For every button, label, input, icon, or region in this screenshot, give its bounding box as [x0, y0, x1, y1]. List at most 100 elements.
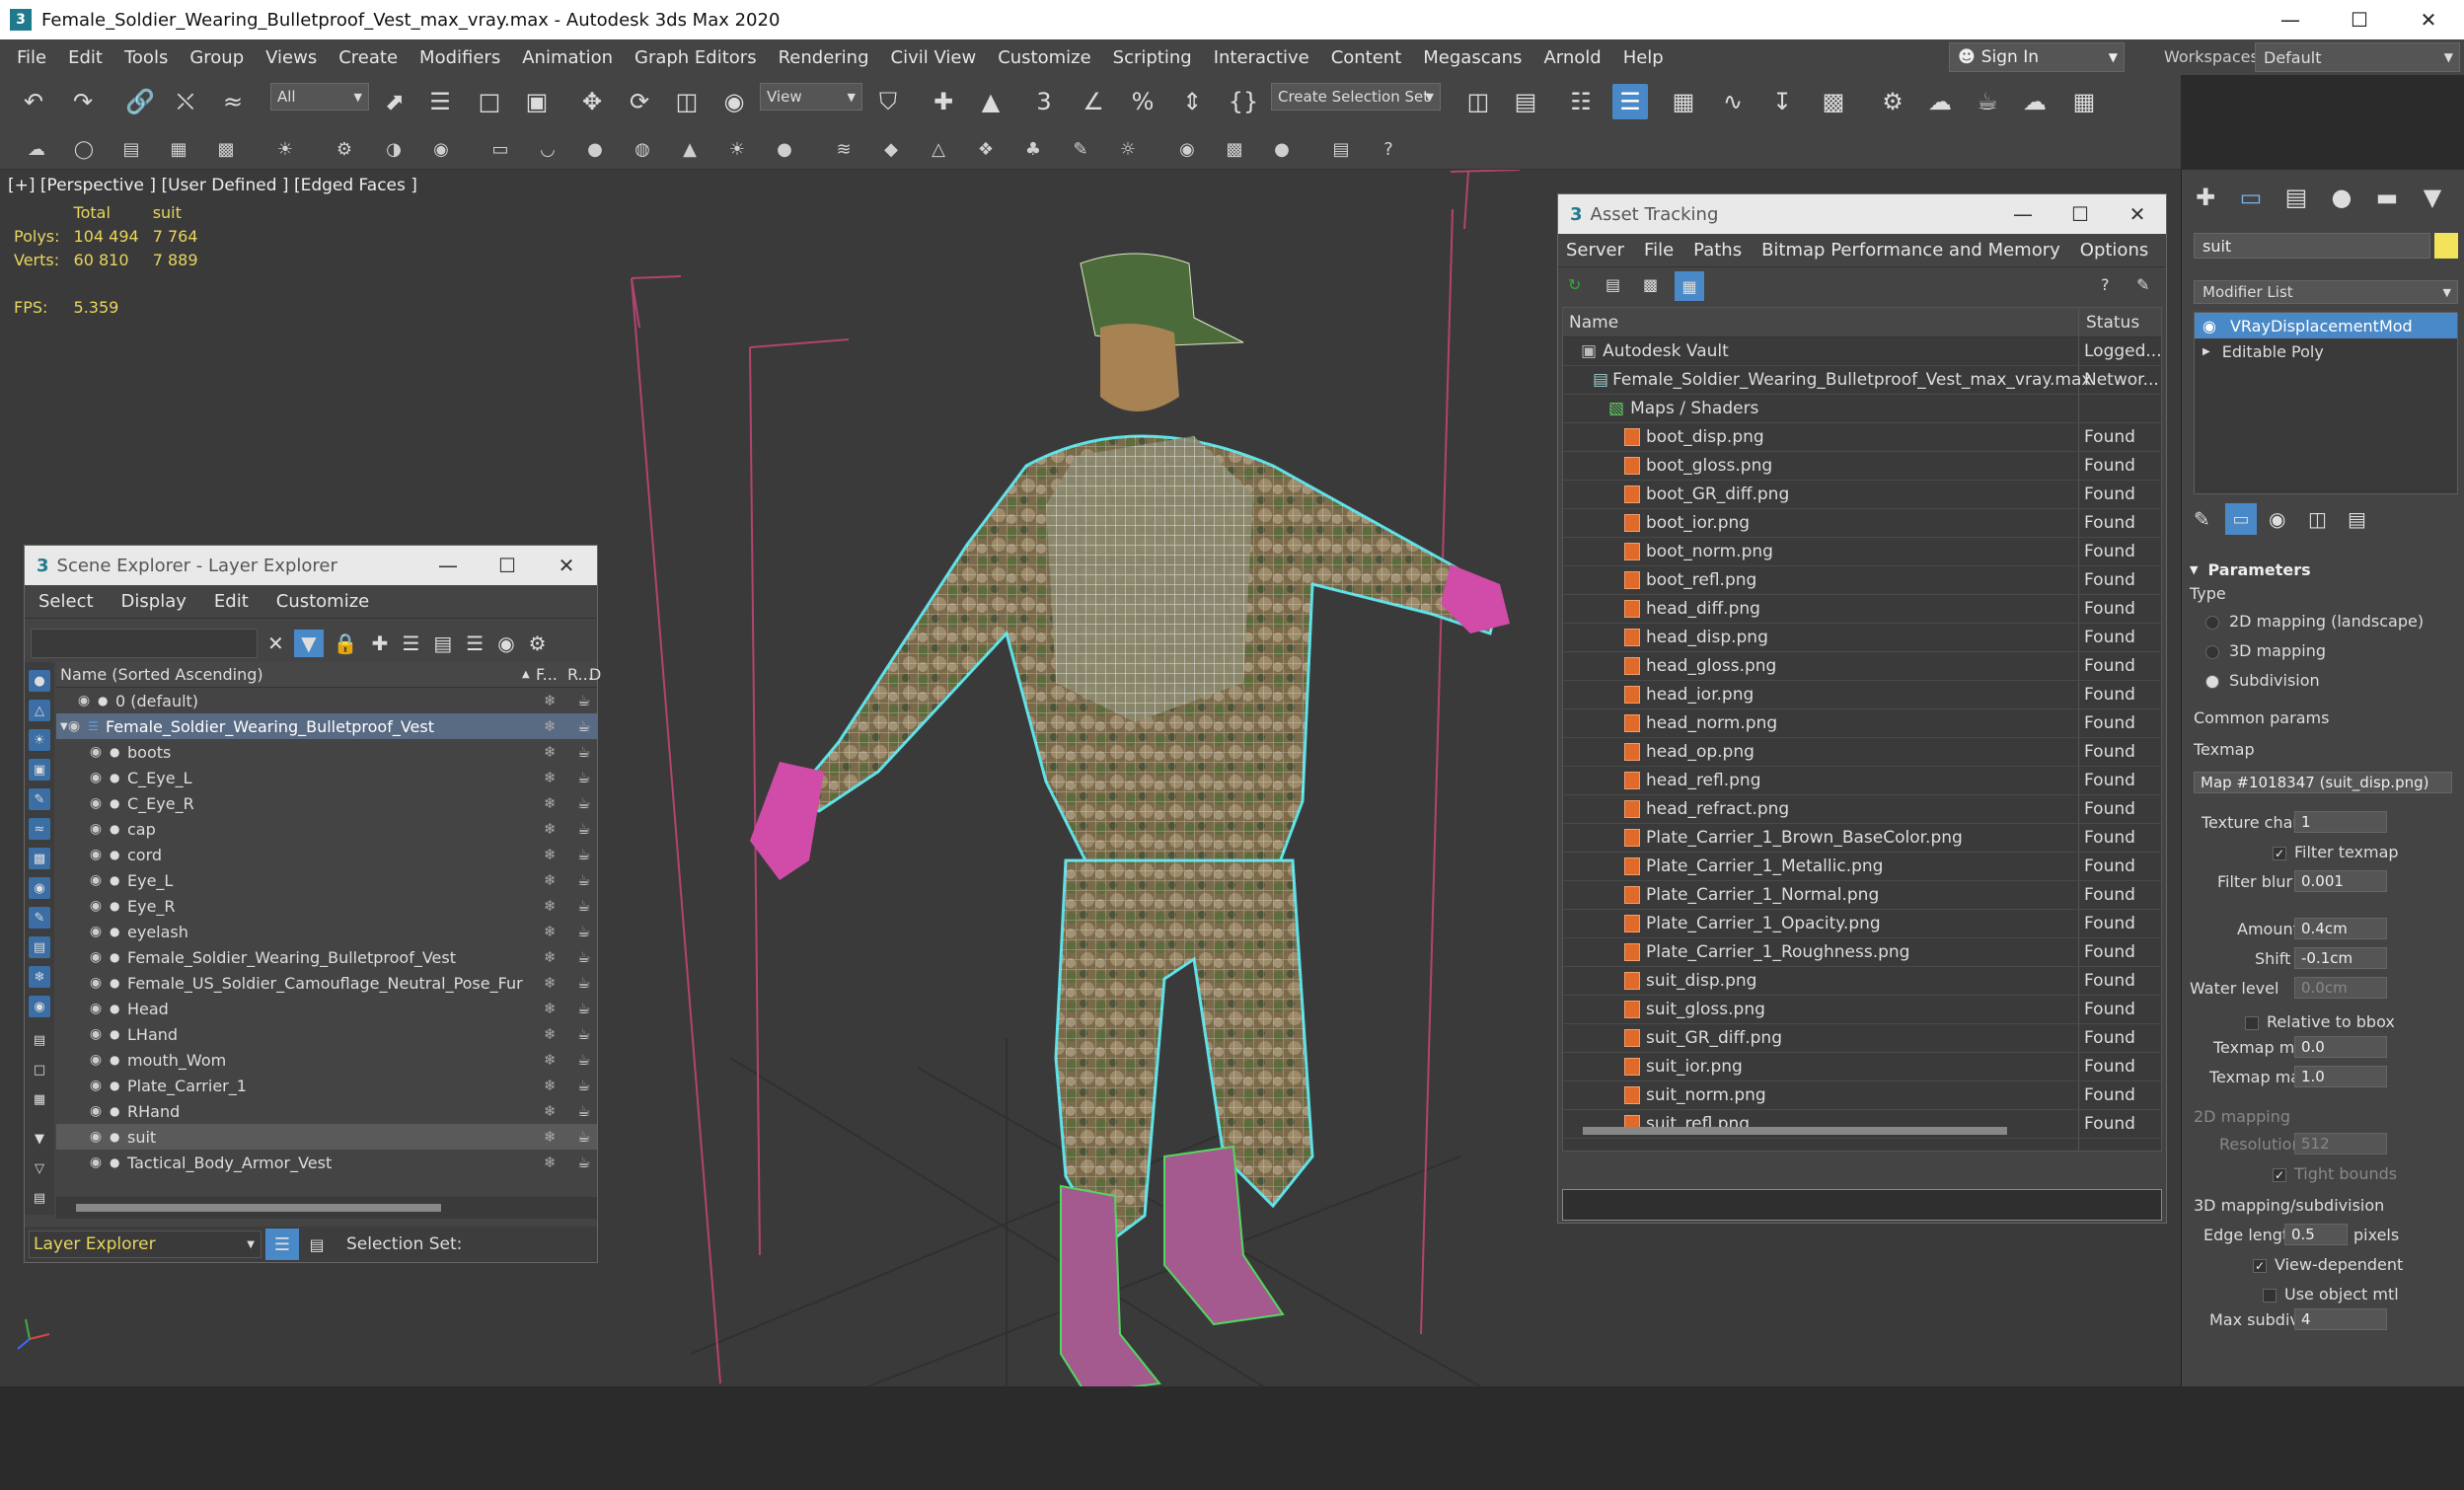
layer-object-row[interactable]: ◉ ● suit ❄ ☕ — [56, 1124, 597, 1150]
freeze-icon[interactable]: ❄ — [544, 820, 557, 838]
menu-modifiers[interactable]: Modifiers — [409, 47, 511, 68]
status-column-header[interactable]: Status — [2086, 313, 2139, 333]
scene-tool-icon[interactable]: ▦ — [164, 134, 193, 164]
layer-row[interactable]: ◉ ● 0 (default) ❄ ☕ — [56, 688, 597, 713]
percent-snap-icon[interactable]: % — [1125, 84, 1160, 119]
asset-row[interactable]: boot_refl.png Found — [1563, 566, 2161, 595]
texmap-max-spinner[interactable]: 1.0 — [2294, 1066, 2387, 1087]
maximize-icon[interactable]: ☐ — [2325, 0, 2394, 39]
undo-icon[interactable]: ↶ — [16, 84, 51, 119]
settings-icon[interactable]: ⚙ — [529, 632, 547, 655]
create-selection-set-dropdown[interactable]: Create Selection Set ▼ — [1271, 83, 1441, 111]
renderable-icon[interactable]: ☕ — [577, 1077, 590, 1094]
asset-row[interactable]: head_refract.png Found — [1563, 795, 2161, 824]
group-filter-icon[interactable]: ▩ — [29, 848, 50, 869]
sign-in-dropdown[interactable]: ☻ Sign In ▼ — [1949, 42, 2125, 72]
renderable-icon[interactable]: ☕ — [577, 1128, 590, 1146]
unlink-icon[interactable]: ⛌ — [168, 84, 203, 119]
name-column-header[interactable]: Name (Sorted Ascending) — [56, 665, 263, 684]
search-input[interactable] — [31, 629, 258, 658]
reference-coordinate-dropdown[interactable]: View ▼ — [760, 83, 862, 111]
display-none-icon[interactable]: □ — [29, 1059, 50, 1080]
align-icon[interactable]: ▤ — [1508, 84, 1543, 119]
renderable-icon[interactable]: ☕ — [577, 794, 590, 812]
utilities-tab-icon[interactable]: ▼ — [2413, 180, 2452, 215]
asset-row[interactable]: head_refl.png Found — [1563, 767, 2161, 795]
globe-icon[interactable]: ◉ — [1172, 134, 1202, 164]
menu-display[interactable]: Display — [108, 591, 200, 612]
workspaces-dropdown[interactable]: Default ▼ — [2255, 42, 2460, 72]
menu-file[interactable]: File — [6, 47, 57, 68]
asset-row[interactable]: boot_disp.png Found — [1563, 423, 2161, 452]
asset-row[interactable]: head_op.png Found — [1563, 738, 2161, 767]
scrollbar-thumb[interactable] — [76, 1204, 441, 1212]
eye-icon[interactable]: ◉ — [86, 1103, 106, 1119]
renderable-icon[interactable]: ☕ — [577, 1025, 590, 1043]
menu-file[interactable]: File — [1634, 240, 1683, 261]
scene-tool-icon[interactable]: ▩ — [1220, 134, 1249, 164]
minimize-icon[interactable]: — — [2256, 0, 2325, 39]
layer-object-row[interactable]: ◉ ● Female_Soldier_Wearing_Bulletproof_Ves… — [56, 944, 597, 970]
asset-row[interactable]: Plate_Carrier_1_Normal.png Found — [1563, 881, 2161, 910]
asset-row[interactable]: Plate_Carrier_1_Roughness.png Found — [1563, 938, 2161, 967]
material-editor-icon[interactable]: ▩ — [1816, 84, 1851, 119]
shift-spinner[interactable]: -0.1cm — [2294, 947, 2387, 969]
eye-icon[interactable]: ◉ — [86, 1001, 106, 1016]
hierarchy-toggle-icon[interactable]: ▤ — [303, 1230, 331, 1258]
stack-icon[interactable]: ☰ — [466, 632, 484, 655]
layer-object-row[interactable]: ◉ ● C_Eye_R ❄ ☕ — [56, 790, 597, 816]
menu-create[interactable]: Create — [328, 47, 409, 68]
selection-filter-dropdown[interactable]: All ▼ — [270, 83, 369, 111]
layer-object-row[interactable]: ◉ ● RHand ❄ ☕ — [56, 1098, 597, 1124]
scene-tool-icon[interactable]: ☁ — [22, 134, 51, 164]
asset-row[interactable]: suit_GR_diff.png Found — [1563, 1024, 2161, 1053]
hidden-filter-icon[interactable]: ◉ — [29, 996, 50, 1017]
select-rotate-icon[interactable]: ⟳ — [622, 84, 657, 119]
freeze-icon[interactable]: ❄ — [544, 1102, 557, 1120]
scene-tool-icon[interactable]: ▩ — [211, 134, 241, 164]
snaps-toggle-icon[interactable]: 3 — [1026, 84, 1062, 119]
configure-modifier-sets-icon[interactable]: ▤ — [2348, 507, 2366, 531]
freeze-icon[interactable]: ❄ — [544, 692, 557, 709]
render-in-cloud-icon[interactable]: ☁ — [2017, 84, 2053, 119]
menu-customize[interactable]: Customize — [987, 47, 1101, 68]
horizontal-scrollbar[interactable] — [56, 1197, 597, 1219]
pivot-center-icon[interactable]: ⛉ — [870, 84, 906, 119]
filter-texmap-checkbox[interactable]: ✓ Filter texmap — [2273, 843, 2399, 861]
renderable-icon[interactable]: ☕ — [577, 923, 590, 940]
asset-row[interactable]: Plate_Carrier_1_Metallic.png Found — [1563, 853, 2161, 881]
freeze-icon[interactable]: ❄ — [544, 948, 557, 966]
menu-group[interactable]: Group — [179, 47, 255, 68]
renderable-icon[interactable]: ☕ — [577, 948, 590, 966]
spinner-snap-icon[interactable]: ⇕ — [1174, 84, 1210, 119]
scene-tool-icon[interactable]: ⚙ — [330, 134, 359, 164]
eye-icon[interactable]: ◉ — [86, 1155, 106, 1170]
asset-tracking-titlebar[interactable]: 3 Asset Tracking — ☐ ✕ — [1558, 194, 2166, 234]
filter-funnel-icon[interactable]: ▽ — [29, 1157, 50, 1179]
cone-icon[interactable]: ▲ — [675, 134, 705, 164]
render-setup-icon[interactable]: ⚙ — [1875, 84, 1910, 119]
scene-tool-icon[interactable]: ▤ — [1326, 134, 1356, 164]
menu-server[interactable]: Server — [1558, 240, 1634, 261]
display-tab-icon[interactable]: ▬ — [2367, 180, 2407, 215]
select-scale-icon[interactable]: ◫ — [669, 84, 705, 119]
freeze-icon[interactable]: ❄ — [544, 794, 557, 812]
object-name-field[interactable]: suit — [2194, 233, 2430, 259]
asset-row[interactable]: suit_gloss.png Found — [1563, 996, 2161, 1024]
toggle-ribbon-icon[interactable]: ▦ — [1666, 84, 1701, 119]
name-column-header[interactable]: Name — [1563, 313, 1618, 333]
layer-object-row[interactable]: ◉ ● eyelash ❄ ☕ — [56, 919, 597, 944]
water-level-spinner[interactable]: 0.0cm — [2294, 977, 2387, 999]
menu-edit[interactable]: Edit — [200, 591, 262, 612]
create-tab-icon[interactable]: ✚ — [2186, 180, 2225, 215]
refresh-icon[interactable]: ↻ — [1568, 275, 1581, 294]
proxy-icon[interactable]: ◆ — [876, 134, 906, 164]
eye-icon[interactable]: ◉ — [86, 795, 106, 811]
filter-blur-spinner[interactable]: 0.001 — [2294, 870, 2387, 892]
menu-interactive[interactable]: Interactive — [1203, 47, 1320, 68]
menu-civil-view[interactable]: Civil View — [880, 47, 988, 68]
renderable-icon[interactable]: ☕ — [577, 692, 590, 709]
frozen-column-header[interactable]: F... — [536, 665, 558, 684]
list-icon[interactable]: ▤ — [1605, 275, 1620, 294]
sphere-icon[interactable]: ● — [580, 134, 610, 164]
